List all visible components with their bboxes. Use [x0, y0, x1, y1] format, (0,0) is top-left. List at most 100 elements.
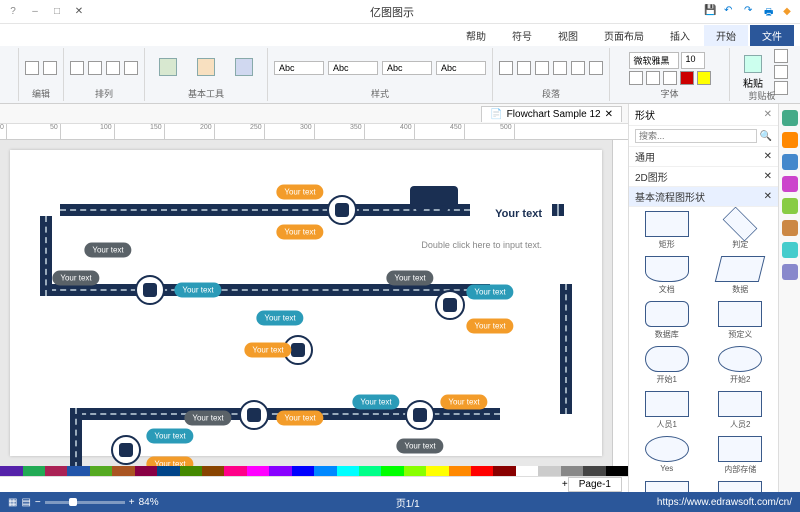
shape-9[interactable]: 人员2: [707, 391, 775, 430]
label-pill-11[interactable]: Your text: [276, 411, 323, 426]
label-pill-0[interactable]: Your text: [276, 185, 323, 200]
node-plane[interactable]: [327, 195, 357, 225]
align-mid-icon[interactable]: [571, 61, 585, 75]
drop-tool-icon[interactable]: [782, 242, 798, 258]
node-coach[interactable]: [239, 400, 269, 430]
swatch[interactable]: [202, 466, 224, 476]
swatch[interactable]: [292, 466, 314, 476]
find-button[interactable]: [25, 61, 39, 75]
shape-5[interactable]: 预定义: [707, 301, 775, 340]
document-tab[interactable]: 📄Flowchart Sample 12✕: [481, 106, 622, 122]
tab-symbol[interactable]: 符号: [500, 25, 544, 46]
italic-button[interactable]: [646, 71, 660, 85]
shape-2[interactable]: 文档: [633, 256, 701, 295]
label-pill-3[interactable]: Your text: [84, 243, 131, 258]
zoom-in-icon[interactable]: +: [129, 497, 135, 508]
swatch[interactable]: [180, 466, 202, 476]
conn-tool-icon[interactable]: [782, 198, 798, 214]
cut-icon[interactable]: [774, 49, 788, 63]
canvas-subheading[interactable]: Double click here to input text.: [421, 240, 542, 250]
close-button[interactable]: ✕: [70, 4, 88, 20]
align-left-icon[interactable]: [499, 61, 513, 75]
style-gallery-1[interactable]: Abc: [274, 61, 324, 75]
page-tab[interactable]: Page-1: [568, 477, 622, 492]
canvas-page[interactable]: Your text Double click here to input tex…: [10, 150, 602, 456]
label-pill-9[interactable]: Your text: [244, 343, 291, 358]
font-color-button[interactable]: [680, 71, 694, 85]
qat-redo[interactable]: ↷: [744, 5, 758, 19]
shape-4[interactable]: 数据库: [633, 301, 701, 340]
swatch[interactable]: [247, 466, 269, 476]
tab-layout[interactable]: 页面布局: [592, 25, 656, 46]
maximize-button[interactable]: □: [48, 4, 66, 20]
swatch[interactable]: [404, 466, 426, 476]
category-flowchart[interactable]: 基本流程图形状✕: [629, 187, 778, 207]
font-family-select[interactable]: 微软雅黑: [629, 52, 679, 69]
pointer-tool-icon[interactable]: [782, 110, 798, 126]
tab-help[interactable]: 帮助: [454, 25, 498, 46]
swatch[interactable]: [561, 466, 583, 476]
align-top-icon[interactable]: [553, 61, 567, 75]
label-pill-4[interactable]: Your text: [174, 283, 221, 298]
paste-button[interactable]: 粘贴: [736, 55, 770, 90]
tab-close-icon[interactable]: ✕: [605, 109, 613, 120]
swatch[interactable]: [224, 466, 246, 476]
shape-6[interactable]: 开始1: [633, 346, 701, 385]
swatch[interactable]: [449, 466, 471, 476]
node-walk[interactable]: [111, 435, 141, 465]
canvas-heading[interactable]: Your text: [495, 208, 542, 220]
search-icon[interactable]: 🔍: [760, 131, 772, 142]
panel-close-icon[interactable]: ✕: [764, 109, 772, 120]
tab-home[interactable]: 开始: [704, 25, 748, 46]
shape-13[interactable]: 手动输入: [707, 481, 775, 492]
shape-10[interactable]: Yes: [633, 436, 701, 475]
font-size-select[interactable]: 10: [681, 52, 705, 69]
label-pill-8[interactable]: Your text: [256, 311, 303, 326]
zoom-slider[interactable]: [45, 501, 125, 504]
align-center-icon[interactable]: [517, 61, 531, 75]
shape-11[interactable]: 内部存储: [707, 436, 775, 475]
swatch[interactable]: [23, 466, 45, 476]
swatch[interactable]: [45, 466, 67, 476]
shape-8[interactable]: 人员1: [633, 391, 701, 430]
swatch[interactable]: [90, 466, 112, 476]
label-pill-6[interactable]: Your text: [466, 285, 513, 300]
qat-undo[interactable]: ↶: [724, 5, 738, 19]
highlight-button[interactable]: [697, 71, 711, 85]
zoom-out-icon[interactable]: −: [35, 497, 41, 508]
tab-file[interactable]: 文件: [750, 25, 794, 46]
tab-insert[interactable]: 插入: [658, 25, 702, 46]
tab-view[interactable]: 视图: [546, 25, 590, 46]
align-right-icon[interactable]: [535, 61, 549, 75]
shape-3[interactable]: 数据: [707, 256, 775, 295]
qat-save[interactable]: 💾: [704, 5, 718, 19]
shape-search-input[interactable]: [635, 129, 757, 143]
style-gallery-2[interactable]: Abc: [328, 61, 378, 75]
label-pill-13[interactable]: Your text: [440, 395, 487, 410]
hand-tool-icon[interactable]: [782, 132, 798, 148]
label-pill-10[interactable]: Your text: [184, 411, 231, 426]
swatch[interactable]: [538, 466, 560, 476]
shape-tool-icon[interactable]: [782, 154, 798, 170]
minimize-button[interactable]: –: [26, 4, 44, 20]
align-bot-icon[interactable]: [589, 61, 603, 75]
label-pill-2[interactable]: Your text: [52, 271, 99, 286]
chat-icon[interactable]: [782, 264, 798, 280]
fill-tool-icon[interactable]: [782, 220, 798, 236]
label-pill-12[interactable]: Your text: [352, 395, 399, 410]
align-button[interactable]: [70, 61, 84, 75]
swatch[interactable]: [67, 466, 89, 476]
label-pill-14[interactable]: Your text: [396, 439, 443, 454]
swatch[interactable]: [112, 466, 134, 476]
node-bus[interactable]: [435, 290, 465, 320]
rotate-button[interactable]: [106, 61, 120, 75]
copy-icon[interactable]: [774, 65, 788, 79]
category-general[interactable]: 通用✕: [629, 147, 778, 167]
swatch[interactable]: [157, 466, 179, 476]
category-2d[interactable]: 2D图形✕: [629, 167, 778, 187]
swatch[interactable]: [314, 466, 336, 476]
label-pill-16[interactable]: Your text: [146, 457, 193, 467]
bold-button[interactable]: [629, 71, 643, 85]
help-icon[interactable]: ?: [4, 4, 22, 20]
qat-print[interactable]: 🖶: [764, 5, 778, 19]
